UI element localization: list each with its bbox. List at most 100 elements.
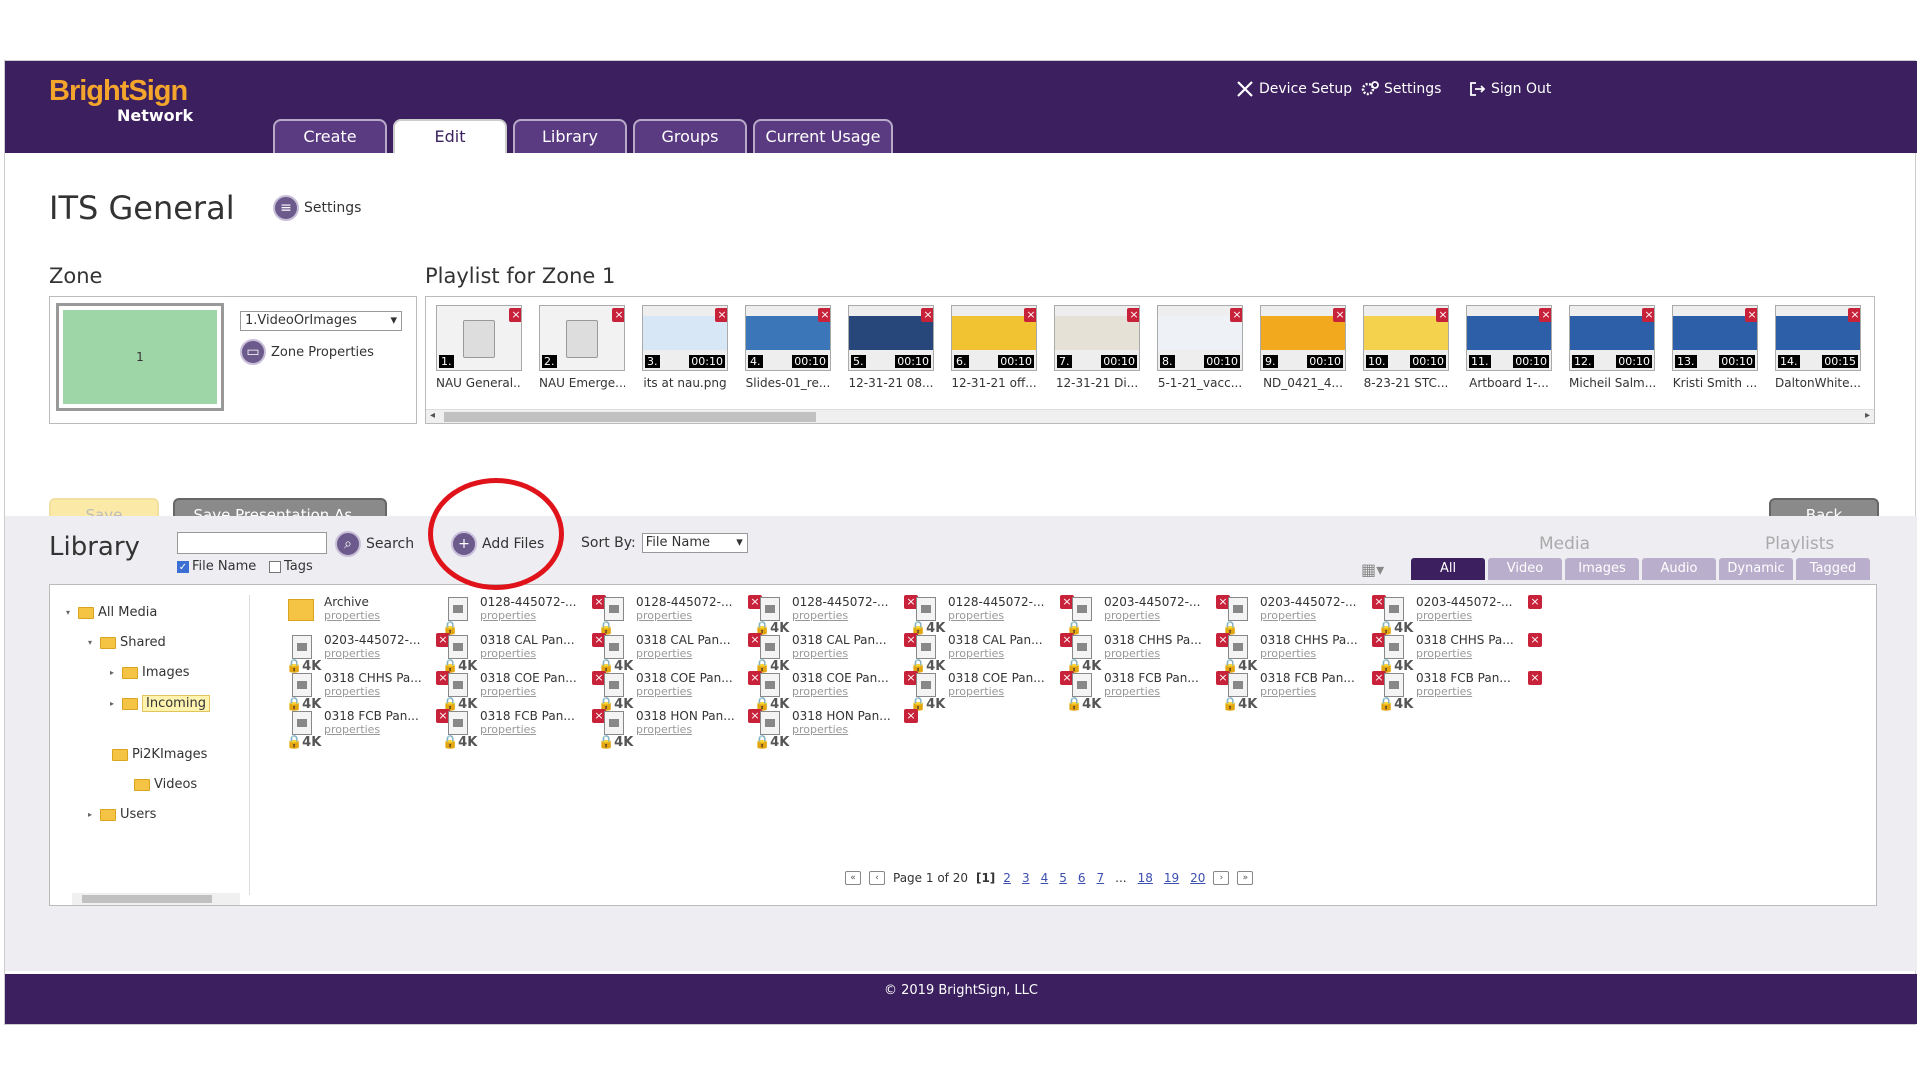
filter-tab-audio[interactable]: Audio	[1642, 558, 1716, 580]
last-page-icon[interactable]: »	[1237, 871, 1254, 885]
remove-icon[interactable]: ×	[818, 308, 830, 322]
properties-link[interactable]: properties	[1260, 685, 1316, 698]
filter-tab-dynamic[interactable]: Dynamic	[1719, 558, 1793, 580]
playlist-thumbnail[interactable]: 1. ×	[436, 305, 522, 371]
playlist-thumbnail[interactable]: 14. 00:15 ×	[1775, 305, 1861, 371]
tree-node-incoming[interactable]: ▸ Incoming	[110, 695, 210, 712]
tree-scroll-thumb[interactable]	[82, 895, 212, 903]
scroll-left-arrow[interactable]: ◂	[430, 410, 435, 421]
properties-link[interactable]: properties	[1260, 609, 1316, 622]
playlist-item[interactable]: 7. 00:10 × 12-31-21 Di...	[1054, 305, 1150, 390]
prev-page-icon[interactable]: ‹	[869, 871, 885, 885]
page-link[interactable]: 19	[1164, 871, 1179, 885]
properties-link[interactable]: properties	[1104, 647, 1160, 660]
filter-tab-images[interactable]: Images	[1565, 558, 1639, 580]
search-button[interactable]: ⌕ Search	[335, 531, 414, 557]
delete-icon[interactable]: ×	[1528, 595, 1542, 609]
media-file-icon[interactable]: 🔒4K	[1066, 671, 1101, 712]
playlist-item[interactable]: 3. 00:10 × its at nau.png	[642, 305, 738, 390]
page-link[interactable]: 20	[1190, 871, 1205, 885]
page-link[interactable]: 18	[1138, 871, 1153, 885]
tags-checkbox[interactable]: Tags	[269, 559, 313, 574]
properties-link[interactable]: properties	[1416, 609, 1472, 622]
media-file-icon[interactable]: 🔒	[1066, 595, 1096, 636]
media-file-icon[interactable]: 🔒4K	[598, 633, 633, 674]
page-link[interactable]: 3	[1022, 871, 1030, 885]
delete-icon[interactable]: ×	[1528, 633, 1542, 647]
media-item[interactable]: 🔒4K 0318 FCB Pan... properties ×	[286, 709, 466, 753]
media-item[interactable]: 🔒4K 0318 FCB Pan... properties ×	[442, 709, 622, 753]
page-link[interactable]: 7	[1097, 871, 1105, 885]
media-file-icon[interactable]: 🔒4K	[598, 709, 633, 750]
remove-icon[interactable]: ×	[1642, 308, 1654, 322]
properties-link[interactable]: properties	[636, 685, 692, 698]
playlist-item[interactable]: 2. × NAU Emerge...	[539, 305, 635, 390]
media-file-icon[interactable]: 🔒4K	[910, 595, 945, 636]
properties-link[interactable]: properties	[636, 723, 692, 736]
properties-link[interactable]: properties	[792, 685, 848, 698]
media-file-icon[interactable]: 🔒	[1222, 595, 1252, 636]
playlist-item[interactable]: 5. 00:10 × 12-31-21 08...	[848, 305, 944, 390]
tab-current-usage[interactable]: Current Usage	[753, 119, 893, 153]
remove-icon[interactable]: ×	[1127, 308, 1139, 322]
playlist-thumbnail[interactable]: 6. 00:10 ×	[951, 305, 1037, 371]
presentation-settings-button[interactable]: ≡ Settings	[273, 195, 361, 221]
search-input[interactable]	[177, 532, 327, 554]
properties-link[interactable]: properties	[792, 647, 848, 660]
page-link[interactable]: 4	[1041, 871, 1049, 885]
remove-icon[interactable]: ×	[1848, 308, 1860, 322]
media-file-icon[interactable]: 🔒4K	[598, 671, 633, 712]
remove-icon[interactable]: ×	[715, 308, 727, 322]
media-item[interactable]: 🔒4K 0318 HON Pan... properties ×	[754, 709, 934, 753]
properties-link[interactable]: properties	[1416, 685, 1472, 698]
media-file-icon[interactable]: 🔒4K	[1222, 633, 1257, 674]
playlist-thumbnail[interactable]: 4. 00:10 ×	[745, 305, 831, 371]
playlist-thumbnail[interactable]: 9. 00:10 ×	[1260, 305, 1346, 371]
tree-node-all-media[interactable]: ▾ All Media	[66, 605, 157, 620]
properties-link[interactable]: properties	[1104, 609, 1160, 622]
next-page-icon[interactable]: ›	[1213, 871, 1230, 885]
playlist-item[interactable]: 11. 00:10 × Artboard 1-...	[1466, 305, 1562, 390]
tree-node-pi2kimages[interactable]: Pi2KImages	[100, 747, 207, 762]
page-link[interactable]: 5	[1059, 871, 1067, 885]
media-file-icon[interactable]: 🔒4K	[754, 709, 789, 750]
properties-link[interactable]: properties	[480, 609, 536, 622]
playlist-scroll-thumb[interactable]	[444, 412, 816, 422]
media-item[interactable]: 🔒4K 0318 FCB Pan... properties ×	[1066, 671, 1246, 715]
tab-groups[interactable]: Groups	[633, 119, 747, 153]
properties-link[interactable]: properties	[1104, 685, 1160, 698]
playlist-thumbnail[interactable]: 8. 00:10 ×	[1157, 305, 1243, 371]
playlist-thumbnail[interactable]: 11. 00:10 ×	[1466, 305, 1552, 371]
playlist-thumbnail[interactable]: 13. 00:10 ×	[1672, 305, 1758, 371]
properties-link[interactable]: properties	[948, 609, 1004, 622]
media-item[interactable]: 🔒4K 0318 COE Pan... properties ×	[910, 671, 1090, 715]
folder-icon[interactable]	[286, 595, 316, 635]
file-name-checkbox[interactable]: ✓ File Name	[177, 559, 256, 574]
media-item[interactable]: 🔒4K 0318 HON Pan... properties ×	[598, 709, 778, 753]
grid-view-icon[interactable]: ▦▾	[1361, 560, 1384, 579]
playlist-scrollbar[interactable]: ◂ ▸	[426, 409, 1874, 423]
properties-link[interactable]: properties	[480, 723, 536, 736]
playlist-thumbnail[interactable]: 12. 00:10 ×	[1569, 305, 1655, 371]
tree-node-shared[interactable]: ▾ Shared	[88, 635, 166, 650]
playlist-item[interactable]: 4. 00:10 × Slides-01_re...	[745, 305, 841, 390]
sort-by-select[interactable]: File Name	[641, 533, 748, 553]
add-files-button[interactable]: + Add Files	[451, 531, 544, 557]
remove-icon[interactable]: ×	[1333, 308, 1345, 322]
playlist-thumbnail[interactable]: 5. 00:10 ×	[848, 305, 934, 371]
properties-link[interactable]: properties	[792, 723, 848, 736]
properties-link[interactable]: properties	[324, 685, 380, 698]
remove-icon[interactable]: ×	[1539, 308, 1551, 322]
properties-link[interactable]: properties	[948, 685, 1004, 698]
tab-edit[interactable]: Edit	[393, 119, 507, 153]
media-file-icon[interactable]: 🔒4K	[442, 709, 477, 750]
tree-node-images[interactable]: ▸ Images	[110, 665, 190, 680]
media-file-icon[interactable]: 🔒4K	[1222, 671, 1257, 712]
media-file-icon[interactable]: 🔒	[442, 595, 472, 636]
remove-icon[interactable]: ×	[921, 308, 933, 322]
media-file-icon[interactable]: 🔒4K	[442, 671, 477, 712]
properties-link[interactable]: properties	[324, 723, 380, 736]
properties-link[interactable]: properties	[792, 609, 848, 622]
page-link[interactable]: 6	[1078, 871, 1086, 885]
media-file-icon[interactable]: 🔒4K	[910, 633, 945, 674]
